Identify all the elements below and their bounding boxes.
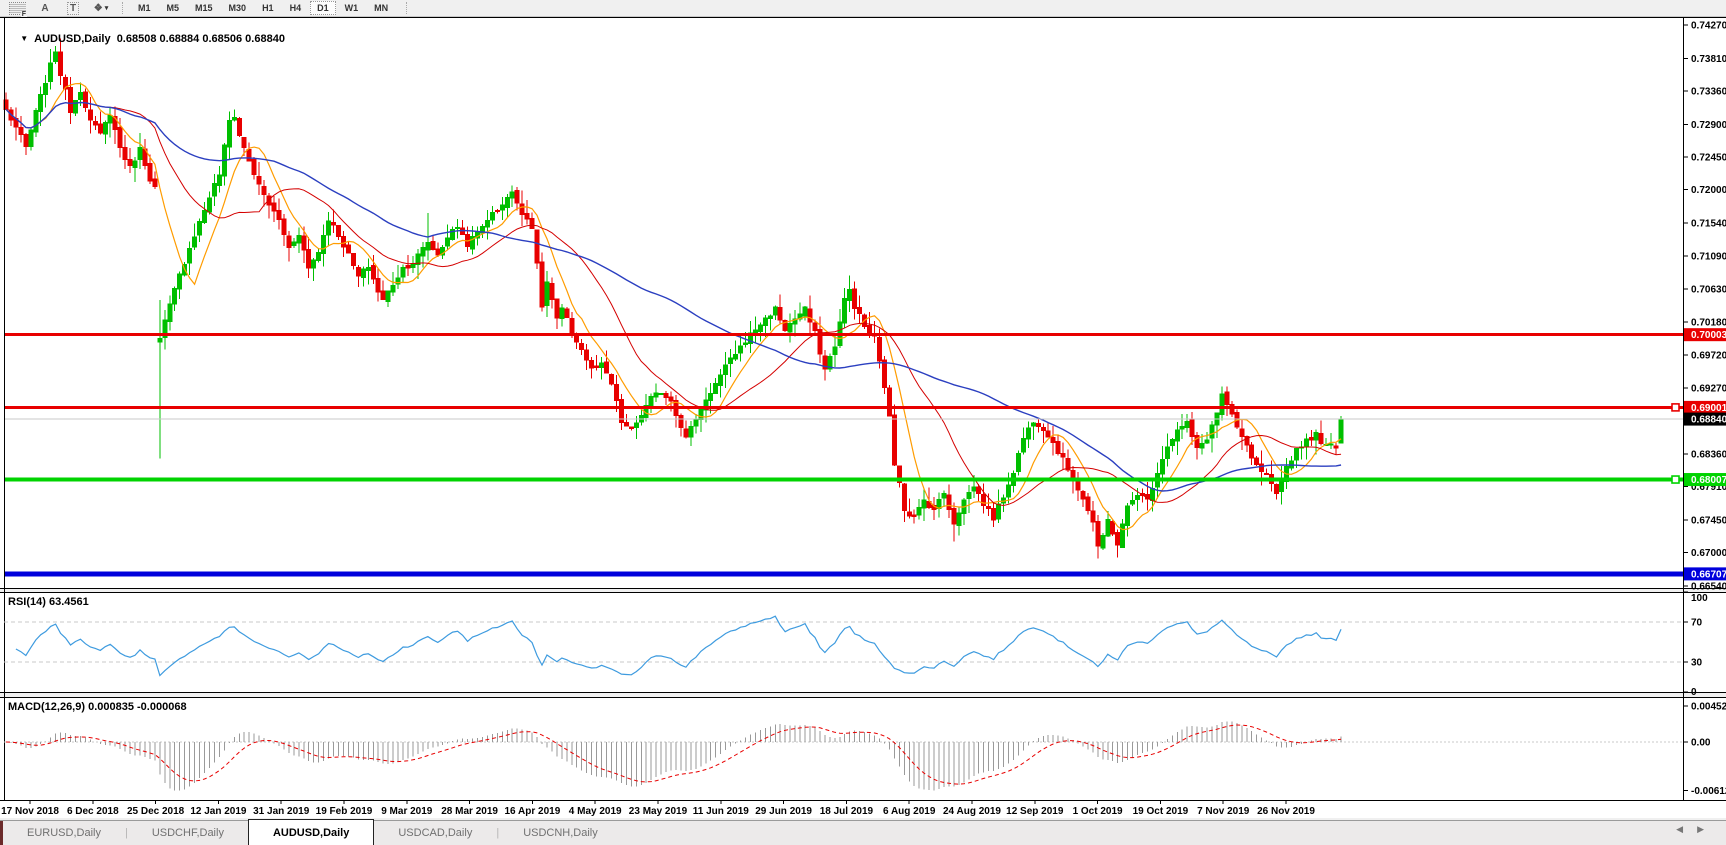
timeframe-button-w1[interactable]: W1 <box>338 1 366 15</box>
price-tick-label: 0.72000 <box>1691 185 1726 196</box>
toolbar-separator <box>122 2 124 14</box>
axis-box-0.66707-label: 0.66707 <box>1691 569 1726 580</box>
rsi-tick-label: 70 <box>1691 618 1703 629</box>
ohlc-close: 0.68840 <box>245 33 285 45</box>
tab-scroll-right-icon[interactable]: ▶ <box>1697 824 1718 834</box>
tab-audusd[interactable]: AUDUSD,Daily <box>248 819 374 845</box>
date-label: 23 May 2019 <box>629 806 688 817</box>
template-profile-icon[interactable]: F <box>6 1 28 15</box>
date-label: 26 Nov 2019 <box>1257 806 1315 817</box>
date-label: 19 Feb 2019 <box>316 806 373 817</box>
price-tick-label: 0.71540 <box>1691 219 1726 230</box>
chart-symbol-label: AUDUSD,Daily <box>34 33 110 45</box>
axis-box-current-price-label: 0.68840 <box>1691 415 1726 426</box>
ohlc-high: 0.68884 <box>160 33 200 45</box>
price-tick-label: 0.74270 <box>1691 21 1726 32</box>
date-label: 31 Jan 2019 <box>253 806 310 817</box>
timeframe-button-d1[interactable]: D1 <box>310 1 336 15</box>
timeframe-button-m5[interactable]: M5 <box>160 1 187 15</box>
cursor-tool-icon[interactable]: A <box>34 1 56 15</box>
tab-usdcnh[interactable]: USDCNH,Daily <box>499 821 622 845</box>
timeframe-button-mn[interactable]: MN <box>367 1 395 15</box>
top-toolbar: F A T ❖ ▾ M1M5M15M30H1H4D1W1MN <box>0 0 1726 17</box>
price-tick-label: 0.73810 <box>1691 54 1726 65</box>
timeframe-button-m1[interactable]: M1 <box>131 1 158 15</box>
date-label: 18 Jul 2019 <box>820 806 874 817</box>
chart-window: 0.74270 0.73810 0.73360 0.72900 0.72450 0.720… <box>0 17 1726 818</box>
date-label: 7 Nov 2019 <box>1197 806 1250 817</box>
chart-plot-area[interactable] <box>4 17 1683 588</box>
date-label: 1 Oct 2019 <box>1073 806 1123 817</box>
date-label: 25 Dec 2018 <box>127 806 185 817</box>
chart-title: ▼ AUDUSD,Daily 0.68508 0.68884 0.68506 0.… <box>8 21 285 57</box>
axis-box-0.70003-label: 0.70003 <box>1691 330 1726 341</box>
date-label: 29 Jun 2019 <box>755 806 812 817</box>
price-tick-label: 0.66540 <box>1691 582 1726 593</box>
tab-usdcad[interactable]: USDCAD,Daily <box>374 821 496 845</box>
price-tick-label: 0.69270 <box>1691 383 1726 394</box>
rsi-tick-label: 30 <box>1691 658 1703 669</box>
date-label: 4 May 2019 <box>569 806 622 817</box>
rsi-indicator-label: RSI(14) 63.4561 <box>8 596 89 608</box>
tab-scroll-left-icon[interactable]: ◀ <box>1676 824 1697 834</box>
macd-tick-label: 0.004528 <box>1691 702 1726 713</box>
ohlc-open: 0.68508 <box>117 33 157 45</box>
rsi-tick-label: 100 <box>1691 593 1708 604</box>
price-tick-label: 0.67450 <box>1691 515 1726 526</box>
timeframe-button-group: M1M5M15M30H1H4D1W1MN <box>130 1 396 15</box>
timeframe-button-h1[interactable]: H1 <box>255 1 281 15</box>
macd-tick-label: -0.006122 <box>1691 786 1726 797</box>
axis-box-0.69001-label: 0.69001 <box>1691 403 1726 414</box>
date-label: 11 Jun 2019 <box>693 806 750 817</box>
price-tick-label: 0.73360 <box>1691 87 1726 98</box>
shapes-tool-icon[interactable]: ❖ ▾ <box>90 1 112 15</box>
macd-indicator-label: MACD(12,26,9) 0.000835 -0.000068 <box>8 701 187 713</box>
date-label: 24 Aug 2019 <box>943 806 1001 817</box>
chart-tabbar: EURUSD,Daily|USDCHF,DailyAUDUSD,DailyUSD… <box>0 820 1726 845</box>
price-tick-label: 0.69720 <box>1691 351 1726 362</box>
date-label: 28 Mar 2019 <box>441 806 498 817</box>
rsi-tick-label: 0 <box>1691 687 1697 698</box>
collapse-chart-icon[interactable]: ▼ <box>20 34 28 43</box>
timeframe-button-m15[interactable]: M15 <box>188 1 220 15</box>
price-tick-label: 0.67000 <box>1691 548 1726 559</box>
date-label: 16 Apr 2019 <box>505 806 561 817</box>
date-label: 6 Dec 2018 <box>67 806 119 817</box>
chart-tabbar-wrap: EURUSD,Daily|USDCHF,DailyAUDUSD,DailyUSD… <box>0 818 1726 844</box>
timeframe-button-h4[interactable]: H4 <box>283 1 309 15</box>
toolbar-separator <box>406 2 408 14</box>
date-label: 9 Mar 2019 <box>381 806 433 817</box>
price-tick-label: 0.68360 <box>1691 449 1726 460</box>
ohlc-low: 0.68506 <box>202 33 242 45</box>
price-tick-label: 0.70630 <box>1691 285 1726 296</box>
price-tick-label: 0.70180 <box>1691 317 1726 328</box>
timeframe-button-m30[interactable]: M30 <box>222 1 254 15</box>
date-label: 12 Sep 2019 <box>1006 806 1064 817</box>
tab-scrollers: ◀▶ <box>1676 824 1718 835</box>
price-tick-label: 0.72450 <box>1691 153 1726 164</box>
tab-eurusd[interactable]: EURUSD,Daily <box>3 821 125 845</box>
date-label: 6 Aug 2019 <box>883 806 936 817</box>
price-tick-label: 0.72900 <box>1691 120 1726 131</box>
date-label: 17 Nov 2018 <box>1 806 59 817</box>
chart-canvas[interactable]: 0.74270 0.73810 0.73360 0.72900 0.72450 0.720… <box>0 17 1726 818</box>
axis-box-0.68007-label: 0.68007 <box>1691 475 1726 486</box>
text-tool-icon[interactable]: T <box>62 1 84 15</box>
price-tick-label: 0.71090 <box>1691 251 1726 262</box>
shapes-dropdown-icon[interactable]: ▾ <box>105 4 109 12</box>
tab-usdchf[interactable]: USDCHF,Daily <box>128 821 248 845</box>
date-label: 19 Oct 2019 <box>1133 806 1189 817</box>
date-label: 12 Jan 2019 <box>190 806 247 817</box>
macd-tick-label: 0.00 <box>1691 738 1711 749</box>
